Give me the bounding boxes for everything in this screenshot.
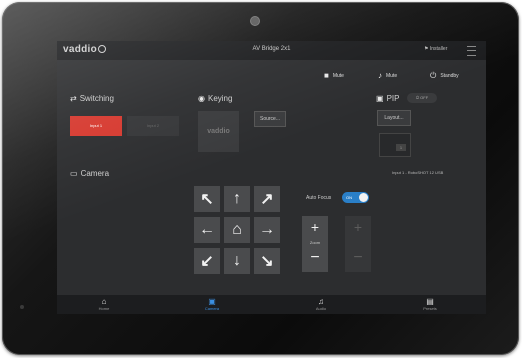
nav-presets-label: Presets (423, 306, 437, 311)
nav-presets[interactable]: ▤ Presets (405, 297, 455, 311)
video-mute-button[interactable]: ■ Mute (324, 72, 344, 80)
audio-mute-label: Mute (386, 73, 398, 79)
keying-preview[interactable]: vaddio (198, 111, 239, 152)
switching-title: ⇄ Switching (70, 94, 114, 103)
zoom-out-button[interactable]: − (302, 249, 328, 267)
switching-label: Switching (79, 94, 114, 103)
nav-home[interactable]: ⌂ Home (79, 297, 129, 311)
toggle-knob (359, 193, 368, 202)
pan-right-button[interactable]: → (254, 217, 280, 243)
camera-label: Camera (80, 169, 110, 178)
auto-focus-toggle[interactable]: ON (342, 192, 369, 203)
pan-down-right-button[interactable]: ↘ (254, 248, 280, 274)
tilt-down-button[interactable]: ↓ (224, 248, 250, 274)
microphone-icon: ♪ (378, 71, 382, 80)
nav-audio-label: Audio (315, 306, 327, 311)
arrow-up-right-icon: ↗ (260, 191, 274, 208)
top-bar: vaddio AV Bridge 2x1 ⚑ Installer (57, 41, 486, 60)
pan-up-left-button[interactable]: ↖ (194, 186, 220, 212)
standby-label: Standby (440, 73, 459, 79)
installer-link[interactable]: ⚑ Installer (424, 46, 447, 52)
audio-mute-button[interactable]: ♪ Mute (378, 72, 397, 80)
camera-icon: ▭ (70, 168, 78, 178)
nav-audio[interactable]: ♫ Audio (296, 297, 346, 311)
arrow-down-icon: ↓ (233, 252, 241, 269)
menu-icon[interactable] (467, 46, 476, 56)
camera-title: ▭ Camera (70, 169, 109, 178)
power-icon: ⏻ (430, 71, 437, 80)
zoom-in-button[interactable]: + (302, 219, 328, 235)
pan-down-left-button[interactable]: ↙ (194, 248, 220, 274)
input-1-button[interactable]: Input 1 (70, 116, 122, 136)
front-camera (251, 17, 259, 25)
keying-icon: ◉ (198, 93, 205, 103)
installer-label: Installer (429, 46, 448, 52)
focus-near-button: + (353, 219, 363, 235)
arrow-left-icon: ← (199, 221, 215, 238)
camera-nav-icon: ▣ (208, 297, 216, 306)
app-screen: vaddio AV Bridge 2x1 ⚑ Installer ■ Mute … (57, 41, 486, 314)
pip-preview-badge: 1 (396, 144, 406, 151)
keying-label: Keying (207, 94, 233, 103)
source-button[interactable]: Source... (254, 111, 286, 127)
arrow-down-right-icon: ↘ (260, 253, 274, 270)
pip-preview (379, 133, 411, 157)
room-title: AV Bridge 2x1 (252, 46, 291, 52)
home-nav-icon: ⌂ (101, 297, 107, 306)
pip-toggle-label: OFF (420, 95, 429, 100)
video-mute-label: Mute (332, 73, 344, 79)
zoom-control: + Zoom − (302, 216, 328, 272)
pan-left-button[interactable]: ← (194, 217, 220, 243)
pip-label: PIP (386, 94, 400, 103)
pan-up-right-button[interactable]: ↗ (254, 186, 280, 212)
input-2-button[interactable]: Input 2 (127, 116, 179, 136)
focus-far-button: − (353, 249, 363, 266)
arrow-up-icon: ↑ (233, 190, 241, 207)
auto-focus-state: ON (346, 195, 352, 200)
home-position-button[interactable]: ⌂ (224, 217, 250, 243)
keying-title: ◉ Keying (198, 94, 232, 103)
pip-toggle[interactable]: ⏻ OFF (407, 93, 437, 103)
camera-status: Input 1 - RoboSHOT 12 USB (392, 170, 444, 175)
pip-icon: ▣ (376, 93, 384, 103)
layout-button[interactable]: Layout... (377, 110, 411, 126)
tilt-up-button[interactable]: ↑ (224, 186, 250, 212)
side-sensor (20, 305, 24, 309)
switch-icon: ⇄ (70, 93, 77, 103)
bottom-nav: ⌂ Home ▣ Camera ♫ Audio ▤ Presets (57, 295, 486, 314)
pip-title: ▣ PIP (376, 94, 399, 103)
video-camera-icon: ■ (324, 71, 329, 80)
home-icon: ⌂ (232, 221, 242, 238)
arrow-down-left-icon: ↙ (200, 253, 214, 270)
nav-home-label: Home (98, 306, 110, 311)
pip-preview-badge-label: 1 (399, 145, 403, 150)
nav-camera-label: Camera (204, 306, 220, 311)
auto-focus-label: Auto Focus (306, 195, 332, 201)
presets-nav-icon: ▤ (426, 297, 434, 306)
standby-button[interactable]: ⏻ Standby (430, 72, 459, 80)
speaker-nav-icon: ♫ (318, 297, 324, 306)
zoom-label: Zoom (309, 240, 321, 245)
nav-camera[interactable]: ▣ Camera (187, 297, 237, 311)
arrow-right-icon: → (259, 221, 275, 238)
arrow-up-left-icon: ↖ (200, 191, 214, 208)
focus-control: + − (345, 216, 371, 272)
